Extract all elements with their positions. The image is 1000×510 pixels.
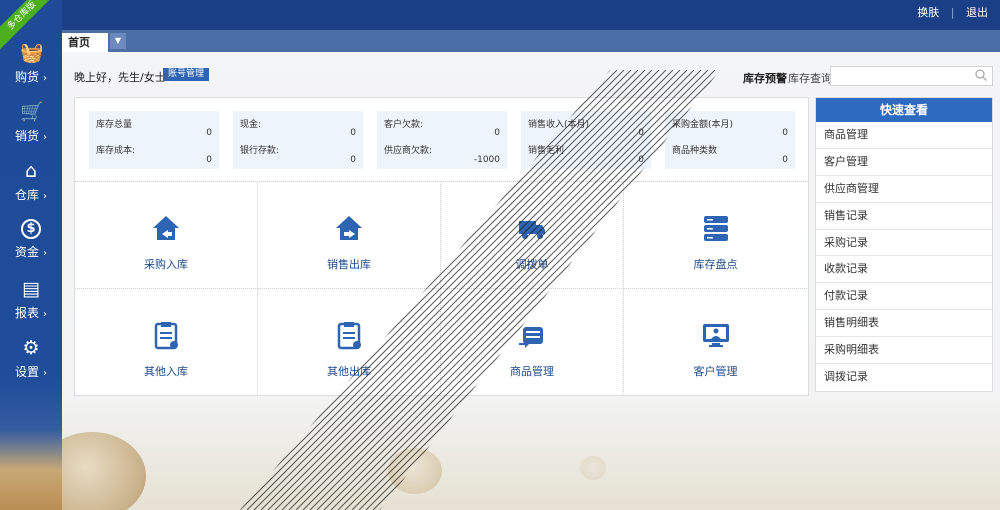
- search-icon[interactable]: [974, 68, 988, 82]
- nav-label: 报表: [14, 306, 39, 320]
- stock-search-input[interactable]: [831, 67, 971, 85]
- search-box: [830, 66, 993, 86]
- quick-view-title: 快速查看: [816, 98, 992, 122]
- stat-card: 现金: 0 银行存款: 0: [233, 111, 363, 169]
- nav-item-sales[interactable]: 🛒 销货 ›: [0, 101, 62, 157]
- quick-item[interactable]: 收款记录: [816, 256, 992, 284]
- quick-item[interactable]: 采购记录: [816, 230, 992, 257]
- nav-label: 仓库: [14, 188, 39, 202]
- quick-item[interactable]: 供应商管理: [816, 176, 992, 203]
- tile-purchase-in[interactable]: 采购入库: [75, 182, 258, 289]
- tab-home[interactable]: 首页: [62, 33, 108, 52]
- quick-item[interactable]: 销售记录: [816, 203, 992, 230]
- stat-value: 0: [350, 128, 356, 138]
- stat-value: 0: [782, 155, 788, 165]
- warehouse-icon: ⌂: [24, 160, 38, 182]
- left-nav: 多仓库版 🧺 购货 › 🛒 销货 › ⌂ 仓库 › $ 资金 › ▤ 报表 › ⚙ 设置 ›: [0, 0, 62, 510]
- top-bar: 换肤 | 退出: [0, 0, 1000, 30]
- stat-value: 0: [494, 128, 500, 138]
- top-links: 换肤 | 退出: [913, 4, 992, 20]
- nav-item-funds[interactable]: $ 资金 ›: [0, 219, 62, 275]
- nav-label: 销货: [14, 129, 39, 143]
- tile-label: 其他入库: [144, 365, 188, 378]
- quick-item[interactable]: 付款记录: [816, 283, 992, 311]
- basket-icon: 🧺: [20, 42, 44, 64]
- tile-label: 采购入库: [144, 258, 188, 271]
- stat-card: 客户欠款: 0 供应商欠款: -1000: [377, 111, 507, 169]
- stat-card: 库存总量 0 库存成本: 0: [89, 111, 219, 169]
- tile-other-in[interactable]: 其他入库: [75, 289, 258, 396]
- tile-sales-out[interactable]: 销售出库: [258, 182, 441, 289]
- hay-bale-image: [580, 456, 606, 480]
- tile-product-management[interactable]: 商品管理: [441, 289, 624, 396]
- stock-alert-link[interactable]: 库存预警: [743, 70, 787, 86]
- database-icon: [703, 216, 728, 241]
- tab-strip: 首页 ▼: [62, 30, 1000, 52]
- account-management-button[interactable]: 账号管理: [163, 68, 210, 81]
- stat-value: 0: [206, 128, 212, 138]
- stock-query-label: 库存查询: [788, 72, 832, 85]
- skin-link[interactable]: 换肤: [917, 6, 939, 19]
- nav-item-settings[interactable]: ⚙ 设置 ›: [0, 337, 62, 393]
- chevron-right-icon: ›: [43, 191, 47, 202]
- monitor-user-icon: [702, 324, 729, 347]
- stat-value: 0: [206, 155, 212, 165]
- tile-label: 销售出库: [327, 258, 371, 271]
- logout-link[interactable]: 退出: [966, 6, 988, 19]
- quick-view-panel: 快速查看 商品管理 客户管理 供应商管理 销售记录 采购记录 收款记录 付款记录…: [815, 97, 993, 392]
- nav-item-reports[interactable]: ▤ 报表 ›: [0, 278, 62, 334]
- clipboard-icon: [154, 322, 178, 350]
- quick-item[interactable]: 客户管理: [816, 149, 992, 176]
- link-separator: |: [950, 6, 955, 19]
- quick-item[interactable]: 商品管理: [816, 122, 992, 149]
- stats-row: 库存总量 0 库存成本: 0 现金: 0 银行存款: 0 客户欠款: 0 供应商…: [89, 111, 799, 169]
- stat-value: 0: [782, 128, 788, 138]
- main-panel: 库存总量 0 库存成本: 0 现金: 0 银行存款: 0 客户欠款: 0 供应商…: [74, 97, 809, 396]
- tile-label: 其他出库: [327, 365, 371, 378]
- cart-icon: 🛒: [20, 101, 44, 123]
- chevron-right-icon: ›: [43, 73, 47, 84]
- stat-card: 采购金额(本月) 0 商品种类数 0: [665, 111, 795, 169]
- nav-item-warehouse[interactable]: ⌂ 仓库 ›: [0, 160, 62, 216]
- quick-item[interactable]: 调拨记录: [816, 364, 992, 391]
- chevron-right-icon: ›: [43, 309, 47, 320]
- stat-value: 0: [638, 128, 644, 138]
- tab-dropdown-icon[interactable]: ▼: [110, 33, 126, 49]
- stat-value: 0: [350, 155, 356, 165]
- chevron-right-icon: ›: [43, 248, 47, 259]
- clipboard-out-icon: [337, 322, 361, 350]
- house-in-icon: [153, 216, 179, 240]
- tile-label: 调拨单: [515, 258, 549, 271]
- tile-label: 商品管理: [510, 365, 554, 378]
- stat-card: 销售收入(本月) 0 销售毛利 0: [521, 111, 651, 169]
- tile-customer-management[interactable]: 客户管理: [624, 289, 807, 396]
- quick-item[interactable]: 销售明细表: [816, 310, 992, 338]
- greeting-text: 晚上好，先生/女士: [74, 71, 166, 84]
- hatch-line: [996, 70, 1000, 510]
- product-icon: [519, 327, 543, 348]
- stat-value: 0: [638, 155, 644, 165]
- truck-icon: [519, 221, 545, 239]
- hay-bale-image: [388, 448, 442, 494]
- shortcut-tiles: 采购入库 销售出库 调拨单 库存盘点 其他入库 其他出库 商品管理 客户管理: [75, 181, 808, 396]
- house-out-icon: [336, 216, 362, 240]
- tile-label: 客户管理: [693, 365, 738, 378]
- nav-item-purchase[interactable]: 🧺 购货 ›: [0, 42, 62, 98]
- nav-label: 购货: [14, 70, 39, 84]
- report-icon: ▤: [22, 278, 40, 300]
- stat-value: -1000: [473, 155, 500, 165]
- tile-transfer[interactable]: 调拨单: [441, 182, 624, 289]
- chevron-right-icon: ›: [43, 132, 47, 143]
- tile-label: 库存盘点: [693, 258, 738, 271]
- dollar-icon: $: [21, 219, 41, 239]
- nav-label: 资金: [14, 245, 39, 259]
- tile-other-out[interactable]: 其他出库: [258, 289, 441, 396]
- tile-stocktake[interactable]: 库存盘点: [624, 182, 807, 289]
- chevron-right-icon: ›: [43, 368, 47, 379]
- quick-item[interactable]: 采购明细表: [816, 337, 992, 365]
- gear-icon: ⚙: [22, 337, 40, 359]
- nav-label: 设置: [14, 365, 39, 379]
